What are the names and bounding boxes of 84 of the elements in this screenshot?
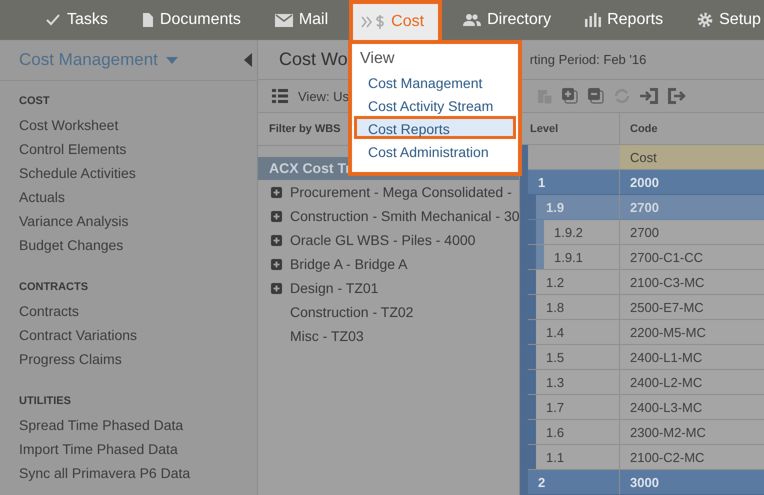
sidebar-item[interactable]: Contracts [19,299,257,323]
table-cell: 2100-C3-MC [620,270,764,295]
tree-item[interactable]: Procurement - Mega Consolidated - [290,184,512,200]
table-cell: 2700-C1-CC [620,245,764,270]
section-heading: UTILITIES [19,395,72,407]
nav-tab[interactable]: Documents [124,0,258,40]
table-cell: 1.4 [528,320,620,345]
tree-item[interactable]: Design - TZ01 [290,280,378,296]
tree-item[interactable]: Misc - TZ03 [290,328,364,344]
table-cell: 2700 [620,195,764,220]
export-icon[interactable] [668,88,686,104]
check-icon [45,12,61,28]
section-heading: COST [19,95,51,107]
grid-view-icon[interactable] [272,89,288,103]
sidebar-item[interactable]: Spread Time Phased Data [19,413,257,437]
menu-item[interactable]: Cost Administration [354,139,516,162]
remove-square-icon[interactable] [588,88,604,104]
import-icon[interactable] [640,88,658,104]
table-cell: 1.5 [528,345,620,370]
table-cell: 1.9.1 [528,245,620,270]
tree-item[interactable]: Bridge A - Bridge A [290,256,408,272]
nav-tab[interactable]: Reports [568,0,680,40]
group-header-cell: Cost [620,145,764,170]
people-icon [463,13,482,27]
settings-icon [697,12,714,28]
table-cell: 2000 [620,170,764,195]
table-cell: 2400-L3-MC [620,395,764,420]
expand-icon[interactable] [271,234,282,246]
sidebar-item[interactable]: Contract Variations [19,323,257,347]
table-cell: 3000 [620,470,764,495]
table-cell: 2500-E7-MC [620,295,764,320]
nav-tab[interactable]: Mail [258,0,346,40]
sidebar-item[interactable]: Budget Changes [19,233,257,257]
table-cell: 1.9.2 [528,220,620,245]
table-cell: 2400-L1-MC [620,345,764,370]
sidebar-item[interactable]: Cost Worksheet [19,113,257,137]
nav-tab[interactable]: Directory [446,0,568,40]
menu-item[interactable]: Cost Reports [354,116,516,139]
mail-icon [274,14,293,26]
nav-tab[interactable]: Setup [680,0,764,40]
add-square-icon[interactable] [562,88,578,104]
column-header[interactable]: Code [620,113,764,145]
section-heading: CONTRACTS [19,281,90,293]
menu-item[interactable]: Cost Activity Stream [354,93,516,116]
nav-tab[interactable]: Tasks [28,0,125,40]
table-cell: 2400-L2-MC [620,370,764,395]
sidebar-item[interactable]: Import Time Phased Data [19,437,257,461]
table-cell: 2200-M5-MC [620,320,764,345]
table-cell: 2700 [620,220,764,245]
sidebar-item[interactable]: Sync all Primavera P6 Data [19,461,257,485]
tree-item[interactable]: Construction - Smith Mechanical - 30 [290,208,519,224]
table-cell: 1.8 [528,295,620,320]
filter-label: Filter by WBS [269,123,341,135]
view-selector[interactable]: View: Us [298,88,350,104]
table-cell: 1.7 [528,395,620,420]
table-cell: 1.1 [528,445,620,470]
reporting-period: rting Period: Feb '16 [530,52,646,67]
sidebar-item[interactable]: Schedule Activities [19,161,257,185]
menu-heading: View [359,50,396,68]
sidebar-item[interactable]: Variance Analysis [19,209,257,233]
expand-icon[interactable] [271,258,282,270]
sidebar-item[interactable]: Progress Claims [19,347,257,371]
tree-item[interactable]: Oracle GL WBS - Piles - 4000 [290,232,476,248]
expand-icon[interactable] [271,210,282,222]
table-cell: 1.6 [528,420,620,445]
chevrons-dollar-icon [361,14,386,30]
sidebar-item[interactable]: Control Elements [19,137,257,161]
table-cell: 1.9 [528,195,620,220]
table-cell: 1.2 [528,270,620,295]
table-cell: 2 [528,470,620,495]
nav-tab[interactable]: Cost [349,0,442,40]
table-cell: 2100-C2-MC [620,445,764,470]
table-cell: 1.3 [528,370,620,395]
page-title: Cost Wo [279,49,348,70]
bar-chart-icon [585,13,602,27]
menu-item[interactable]: Cost Management [354,70,516,93]
column-header[interactable]: Level [520,113,620,145]
expand-icon[interactable] [271,186,282,198]
table-cell: 1 [528,170,620,195]
expand-icon[interactable] [271,282,282,294]
tree-item[interactable]: Construction - TZ02 [290,304,414,320]
sidebar-item[interactable]: Actuals [19,185,257,209]
table-cell: 2300-M2-MC [620,420,764,445]
document-icon [142,12,154,28]
